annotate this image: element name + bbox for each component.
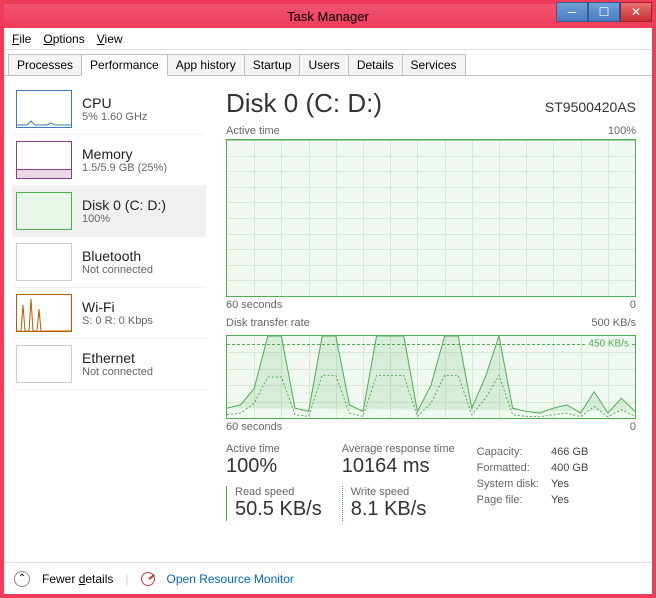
open-resource-monitor-link[interactable]: Open Resource Monitor <box>167 572 294 586</box>
chart2-label-right: 500 KB/s <box>591 317 636 329</box>
menu-options[interactable]: Options <box>43 32 84 46</box>
chart2-label-left: Disk transfer rate <box>226 317 310 329</box>
sidebar-item-sub: Not connected <box>82 366 153 378</box>
menu-file[interactable]: File <box>12 32 31 46</box>
blank-thumb-icon <box>16 243 72 281</box>
active-time-chart <box>226 139 636 297</box>
task-manager-window: Task Manager ─ ☐ ✕ File Options View Pro… <box>0 0 656 598</box>
resource-monitor-icon <box>141 572 155 586</box>
write-speed-label: Write speed <box>351 486 455 498</box>
chart1-label-left: Active time <box>226 125 280 137</box>
sidebar-item-label: Memory <box>82 146 167 162</box>
mem-thumb-icon <box>16 141 72 179</box>
maximize-button[interactable]: ☐ <box>588 2 620 22</box>
content-area: CPU5% 1.60 GHzMemory1.5/5.9 GB (25%)Disk… <box>4 76 652 562</box>
page-title: Disk 0 (C: D:) <box>226 88 382 119</box>
sidebar-item-cpu[interactable]: CPU5% 1.60 GHz <box>12 84 206 135</box>
sidebar-item-label: CPU <box>82 95 147 111</box>
close-button[interactable]: ✕ <box>620 2 652 22</box>
sidebar-item-disk[interactable]: Disk 0 (C: D:)100% <box>12 186 206 237</box>
sidebar-item-label: Wi-Fi <box>82 299 153 315</box>
avg-response-label: Average response time <box>342 443 455 455</box>
property-row: System disk:Yes <box>477 477 599 491</box>
tab-services[interactable]: Services <box>402 54 466 75</box>
cpu-thumb-icon <box>16 90 72 128</box>
sidebar-item-blank[interactable]: EthernetNot connected <box>12 339 206 390</box>
sidebar: CPU5% 1.60 GHzMemory1.5/5.9 GB (25%)Disk… <box>4 76 214 562</box>
sidebar-item-sub: Not connected <box>82 264 153 276</box>
menubar: File Options View <box>4 28 652 50</box>
tab-details[interactable]: Details <box>348 54 403 75</box>
tab-startup[interactable]: Startup <box>244 54 301 75</box>
sidebar-item-sub: S: 0 R: 0 Kbps <box>82 315 153 327</box>
minimize-button[interactable]: ─ <box>556 2 588 22</box>
chart1-label-right: 100% <box>608 125 636 137</box>
main-panel: Disk 0 (C: D:) ST9500420AS Active time 1… <box>214 76 652 562</box>
sidebar-item-label: Ethernet <box>82 350 153 366</box>
sidebar-item-label: Disk 0 (C: D:) <box>82 197 166 213</box>
read-speed-label: Read speed <box>235 486 322 498</box>
chart2-axis-left: 60 seconds <box>226 421 282 433</box>
tab-users[interactable]: Users <box>299 54 348 75</box>
disk-thumb-icon <box>16 192 72 230</box>
stats-area: Active time 100% Read speed 50.5 KB/s Av… <box>226 443 636 529</box>
disk-properties-table: Capacity:466 GB Formatted:400 GB System di… <box>475 443 601 509</box>
property-row: Capacity:466 GB <box>477 445 599 459</box>
fewer-details-link[interactable]: Fewer details <box>42 572 113 586</box>
wifi-thumb-icon <box>16 294 72 332</box>
property-row: Page file:Yes <box>477 493 599 507</box>
sidebar-item-label: Bluetooth <box>82 248 153 264</box>
tabbar: ProcessesPerformanceApp historyStartupUs… <box>4 50 652 76</box>
sidebar-item-wifi[interactable]: Wi-FiS: 0 R: 0 Kbps <box>12 288 206 339</box>
disk-model: ST9500420AS <box>545 99 636 115</box>
sidebar-item-sub: 1.5/5.9 GB (25%) <box>82 162 167 174</box>
chart1-axis-right: 0 <box>630 299 636 311</box>
tab-app-history[interactable]: App history <box>167 54 245 75</box>
write-speed-value: 8.1 KB/s <box>351 498 455 521</box>
chevron-up-icon[interactable]: ⌃ <box>14 571 30 587</box>
avg-response-value: 10164 ms <box>342 455 455 478</box>
tab-processes[interactable]: Processes <box>8 54 82 75</box>
active-time-value: 100% <box>226 455 322 478</box>
active-time-label: Active time <box>226 443 322 455</box>
read-speed-value: 50.5 KB/s <box>235 498 322 521</box>
sidebar-item-mem[interactable]: Memory1.5/5.9 GB (25%) <box>12 135 206 186</box>
chart2-axis-right: 0 <box>630 421 636 433</box>
tab-performance[interactable]: Performance <box>81 54 168 76</box>
property-row: Formatted:400 GB <box>477 461 599 475</box>
sidebar-item-blank[interactable]: BluetoothNot connected <box>12 237 206 288</box>
blank-thumb-icon <box>16 345 72 383</box>
chart1-axis-left: 60 seconds <box>226 299 282 311</box>
sidebar-item-sub: 5% 1.60 GHz <box>82 111 147 123</box>
footer: ⌃ Fewer details | Open Resource Monitor <box>4 562 652 594</box>
sidebar-item-sub: 100% <box>82 213 166 225</box>
menu-view[interactable]: View <box>97 32 123 46</box>
titlebar[interactable]: Task Manager ─ ☐ ✕ <box>4 4 652 28</box>
transfer-rate-chart: 450 KB/s <box>226 335 636 419</box>
window-title: Task Manager <box>287 9 369 24</box>
